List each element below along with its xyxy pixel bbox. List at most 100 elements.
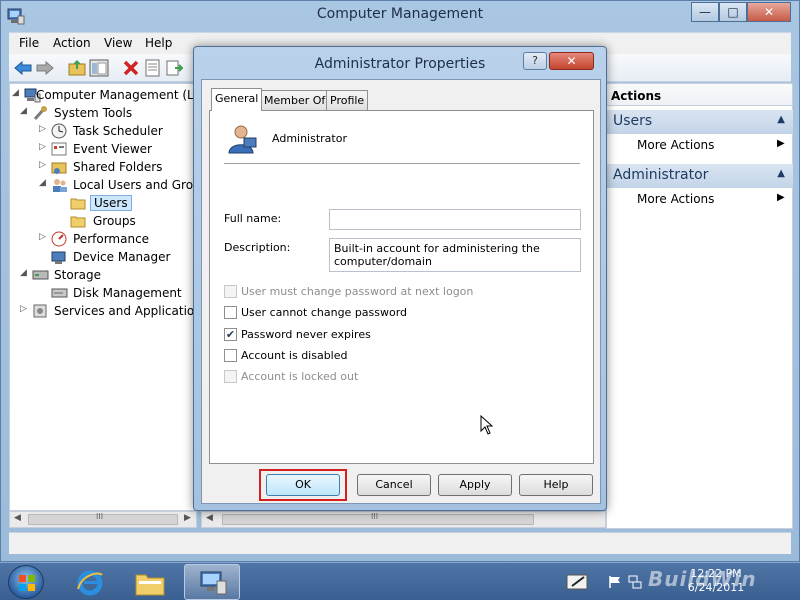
checkbox-label: User must change password at next logon (241, 285, 474, 298)
tree-label: System Tools (54, 106, 133, 120)
scroll-grip: III (371, 512, 379, 521)
scroll-left-icon[interactable]: ◀ (206, 513, 213, 523)
expand-arrow-icon[interactable]: ▷ (39, 124, 49, 134)
menu-action[interactable]: Action (53, 36, 91, 50)
taskbar-file-explorer[interactable] (122, 564, 178, 600)
submenu-arrow-icon: ▶ (777, 138, 785, 149)
tab-member-of[interactable]: Member Of (260, 90, 330, 110)
system-clock[interactable]: 12:22 PM 6/24/2011 (686, 567, 746, 595)
user-account-icon (228, 125, 257, 154)
collapse-arrow-icon[interactable]: ◢ (20, 268, 30, 278)
folder-icon (70, 198, 86, 210)
properties-icon[interactable] (143, 58, 163, 78)
help-dialog-button[interactable]: Help (519, 474, 593, 496)
full-name-field[interactable] (329, 209, 581, 230)
scroll-right-icon[interactable]: ▶ (184, 513, 191, 523)
delete-icon[interactable] (121, 58, 141, 78)
actions-pane: Actions Users ▲ More Actions ▶ Administr… (606, 83, 793, 529)
internet-explorer-icon (77, 570, 103, 596)
checkbox-label: Account is locked out (241, 370, 359, 383)
apply-button[interactable]: Apply (438, 474, 512, 496)
ok-button[interactable]: OK (266, 474, 340, 496)
checkbox-label: Password never expires (241, 328, 371, 341)
section-title: Users (613, 113, 653, 129)
tree-label: Groups (93, 214, 136, 228)
dialog-close-button[interactable]: ✕ (549, 52, 594, 70)
tree-label: Shared Folders (73, 160, 163, 174)
tree-label: Performance (73, 232, 150, 246)
full-name-label: Full name: (224, 212, 282, 225)
scroll-left-icon[interactable]: ◀ (14, 513, 21, 523)
clock-date: 6/24/2011 (687, 581, 745, 594)
help-button[interactable]: ? (523, 52, 547, 70)
tree-label: Device Manager (73, 250, 171, 264)
taskbar-internet-explorer[interactable] (62, 564, 118, 600)
folder-icon (70, 216, 86, 228)
event-viewer-icon (51, 142, 67, 156)
tree-label-selected: Users (90, 195, 132, 211)
expand-arrow-icon[interactable]: ▷ (20, 304, 30, 314)
tree-label: Storage (54, 268, 101, 282)
users-group-icon (53, 179, 67, 192)
tree-label: Local Users and Groups (73, 178, 196, 192)
clock-time: 12:22 PM (690, 567, 742, 580)
tree-horizontal-scrollbar[interactable]: ◀ III ▶ (9, 511, 197, 528)
back-arrow-icon[interactable] (13, 58, 33, 78)
checkbox-box[interactable] (224, 285, 237, 298)
more-actions-users[interactable]: More Actions ▶ (637, 138, 785, 152)
description-label: Description: (224, 241, 291, 254)
expand-arrow-icon[interactable]: ▷ (39, 232, 49, 242)
action-center-flag-icon[interactable] (608, 575, 622, 589)
more-actions-administrator[interactable]: More Actions ▶ (637, 192, 785, 206)
system-tools-icon (33, 106, 47, 120)
maximize-button[interactable]: □ (719, 2, 747, 22)
actions-section-users[interactable]: Users ▲ (607, 110, 793, 134)
storage-icon (32, 270, 49, 280)
collapse-arrow-icon[interactable]: ◢ (39, 178, 49, 188)
tree-label: Task Scheduler (73, 124, 163, 138)
expand-arrow-icon[interactable]: ▷ (39, 142, 49, 152)
separator (224, 163, 580, 164)
network-icon[interactable] (628, 575, 642, 589)
taskbar-computer-management[interactable] (184, 564, 240, 600)
expand-arrow-icon[interactable]: ▷ (39, 160, 49, 170)
center-horizontal-scrollbar[interactable]: ◀ III (201, 511, 606, 528)
action-label: More Actions (637, 192, 715, 206)
actions-section-administrator[interactable]: Administrator ▲ (607, 164, 793, 188)
up-folder-icon[interactable] (67, 58, 87, 78)
checkbox-box[interactable] (224, 349, 237, 362)
checkbox-box[interactable] (224, 306, 237, 319)
description-field[interactable]: Built-in account for administering the c… (329, 238, 581, 272)
pen-input-icon[interactable] (566, 572, 590, 592)
dialog-body: General Member Of Profile Administrator … (201, 79, 601, 504)
collapse-arrow-icon[interactable]: ◢ (20, 106, 30, 116)
tab-general[interactable]: General (211, 88, 263, 111)
export-list-icon[interactable] (165, 58, 185, 78)
scroll-thumb[interactable]: III (28, 512, 178, 525)
submenu-arrow-icon: ▶ (777, 192, 785, 203)
account-name: Administrator (272, 132, 347, 145)
check-mark-icon[interactable]: ✔ (224, 328, 237, 341)
scroll-thumb[interactable]: III (222, 512, 534, 525)
close-button[interactable]: ✕ (747, 2, 791, 22)
collapse-arrow-icon[interactable]: ▲ (777, 168, 785, 179)
minimize-button[interactable]: — (691, 2, 719, 22)
cancel-button[interactable]: Cancel (357, 474, 431, 496)
checkbox-box[interactable] (224, 370, 237, 383)
forward-arrow-icon[interactable] (35, 58, 55, 78)
computer-management-icon (200, 571, 227, 595)
show-hide-tree-icon[interactable] (89, 58, 109, 78)
shared-folder-icon (51, 162, 67, 174)
collapse-arrow-icon[interactable]: ◢ (12, 88, 22, 98)
tree-label: Disk Management (73, 286, 182, 300)
folder-icon (135, 574, 165, 596)
collapse-arrow-icon[interactable]: ▲ (777, 114, 785, 125)
menu-file[interactable]: File (19, 36, 39, 50)
start-button[interactable] (8, 565, 44, 599)
menu-help[interactable]: Help (145, 36, 172, 50)
menu-view[interactable]: View (104, 36, 132, 50)
mouse-pointer-icon (480, 415, 494, 435)
section-title: Administrator (613, 167, 709, 183)
tree-label: Event Viewer (73, 142, 152, 156)
tab-profile[interactable]: Profile (326, 90, 369, 110)
